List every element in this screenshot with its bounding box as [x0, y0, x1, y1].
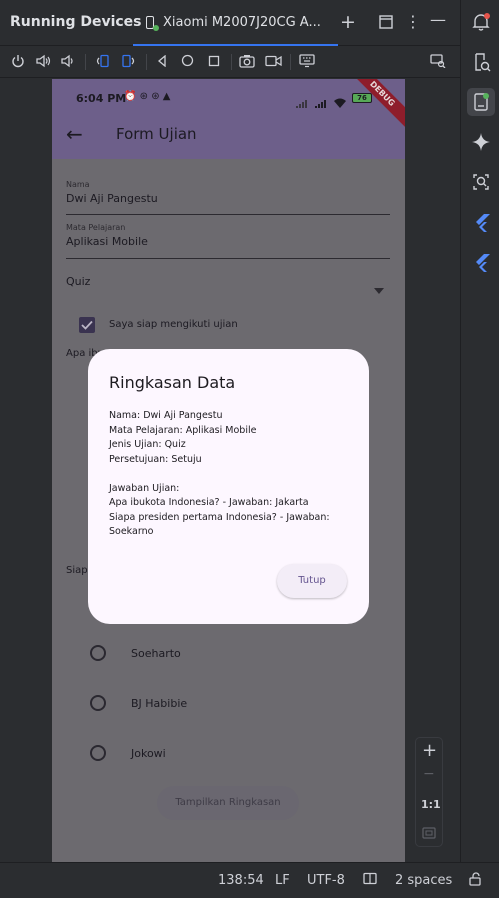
plus-icon[interactable]: + [340, 13, 356, 32]
status-notification-icons: ⏰ ⊛ ⊛ ▲ [124, 91, 171, 102]
radio-option[interactable] [90, 745, 106, 761]
volume-down-icon[interactable] [61, 54, 74, 71]
summary-dialog: Ringkasan Data Nama: Dwi Aji Pangestu Ma… [88, 349, 369, 624]
radio-option-label: BJ Habibie [131, 697, 188, 710]
power-icon[interactable] [11, 54, 25, 71]
app-bar: ← Form Ujian [52, 109, 405, 159]
dialog-line: Soekarno [109, 526, 154, 537]
name-field[interactable]: Nama Dwi Aji Pangestu [66, 180, 390, 215]
layout-inspector-icon[interactable] [467, 168, 495, 196]
zoom-actual-size-button[interactable]: 1:1 [421, 798, 441, 811]
toolbar-separator [85, 54, 86, 70]
status-time: 6:04 PM [76, 92, 127, 105]
rotate-right-icon[interactable] [121, 54, 136, 71]
keyboard-icon[interactable] [299, 54, 315, 71]
dialog-content: Nama: Dwi Aji Pangestu Mata Pelajaran: A… [109, 409, 349, 540]
flutter-outline-icon[interactable] [467, 248, 495, 276]
dialog-line: Nama: Dwi Aji Pangestu [109, 410, 223, 421]
screenshot-icon[interactable] [239, 54, 255, 71]
panel-title: Running Devices [10, 14, 142, 30]
device-tab[interactable]: Xiaomi M2007J20CG A... [133, 0, 338, 46]
dialog-line: Jawaban Ujian: [109, 482, 180, 494]
back-icon[interactable] [157, 54, 167, 70]
app-bar-title: Form Ujian [116, 125, 197, 143]
top-title-bar: Running Devices Xiaomi M2007J20CG A... +… [0, 0, 460, 46]
indent-setting[interactable]: 2 spaces [395, 873, 452, 888]
minimize-icon[interactable]: — [430, 12, 446, 28]
home-icon[interactable] [181, 54, 194, 70]
subject-field-label: Mata Pelajaran [66, 223, 126, 232]
window-layout-icon[interactable] [379, 15, 393, 32]
fit-screen-icon[interactable] [422, 824, 436, 843]
consent-checkbox[interactable] [79, 317, 95, 333]
back-arrow-icon[interactable]: ← [66, 122, 83, 146]
line-separator[interactable]: LF [275, 873, 290, 888]
zoom-in-button[interactable]: + [422, 740, 437, 761]
show-summary-button[interactable]: Tampilkan Ringkasan [157, 786, 299, 820]
right-tool-strip [460, 0, 499, 862]
dialog-line: Apa ibukota Indonesia? - Jawaban: Jakart… [109, 497, 309, 508]
toolbar-separator [231, 54, 232, 70]
rotate-left-icon[interactable] [95, 54, 110, 71]
volume-up-icon[interactable] [36, 54, 51, 71]
running-indicator-icon [153, 25, 159, 31]
dialog-line [109, 467, 349, 482]
radio-option[interactable] [90, 645, 106, 661]
toolbar-separator [146, 54, 147, 70]
toolbar-separator [290, 54, 291, 70]
consent-label: Saya siap mengikuti ujian [109, 319, 238, 330]
radio-option-label: Jokowi [131, 747, 166, 760]
field-underline [66, 214, 390, 215]
more-options-icon[interactable]: ⋮ [405, 14, 421, 30]
question-2-label: Siap [66, 565, 88, 576]
subject-field-value: Aplikasi Mobile [66, 235, 148, 248]
close-button[interactable]: Tutup [277, 564, 347, 598]
gemini-sparkle-icon[interactable] [467, 128, 495, 156]
exam-type-value: Quiz [66, 275, 91, 288]
subject-field[interactable]: Mata Pelajaran Aplikasi Mobile [66, 223, 390, 259]
lock-icon[interactable] [468, 872, 482, 890]
device-mirror-icon[interactable] [430, 54, 446, 71]
battery-icon: 76 [352, 93, 372, 103]
device-tab-label: Xiaomi M2007J20CG A... [163, 15, 321, 30]
zoom-panel: + − 1:1 [415, 737, 443, 847]
flutter-inspector-icon[interactable] [467, 208, 495, 236]
app-inspection-icon[interactable] [467, 48, 495, 76]
radio-option[interactable] [90, 695, 106, 711]
dialog-line: Jenis Ujian: Quiz [109, 439, 186, 450]
exam-type-dropdown[interactable]: Quiz [66, 275, 390, 295]
dropdown-arrow-icon [374, 279, 384, 298]
dialog-line: Siapa presiden pertama Indonesia? - Jawa… [109, 511, 330, 523]
running-devices-icon[interactable] [467, 88, 495, 116]
name-field-value: Dwi Aji Pangestu [66, 192, 158, 205]
notifications-icon[interactable] [467, 8, 495, 36]
caret-position[interactable]: 138:54 [218, 873, 264, 888]
radio-option-label: Soeharto [131, 647, 181, 660]
zoom-out-button[interactable]: − [423, 766, 435, 782]
ide-status-bar: 138:54 LF UTF-8 2 spaces [0, 862, 499, 898]
file-encoding[interactable]: UTF-8 [307, 873, 345, 888]
device-toolbar [0, 46, 460, 78]
name-field-label: Nama [66, 180, 90, 189]
overview-icon[interactable] [208, 55, 220, 70]
screen-record-icon[interactable] [265, 55, 282, 70]
dialog-line: Persetujuan: Setuju [109, 453, 202, 465]
field-underline [66, 258, 390, 259]
readonly-toggle-icon[interactable] [363, 872, 377, 890]
dialog-line: Mata Pelajaran: Aplikasi Mobile [109, 424, 257, 436]
dialog-title: Ringkasan Data [109, 373, 236, 392]
